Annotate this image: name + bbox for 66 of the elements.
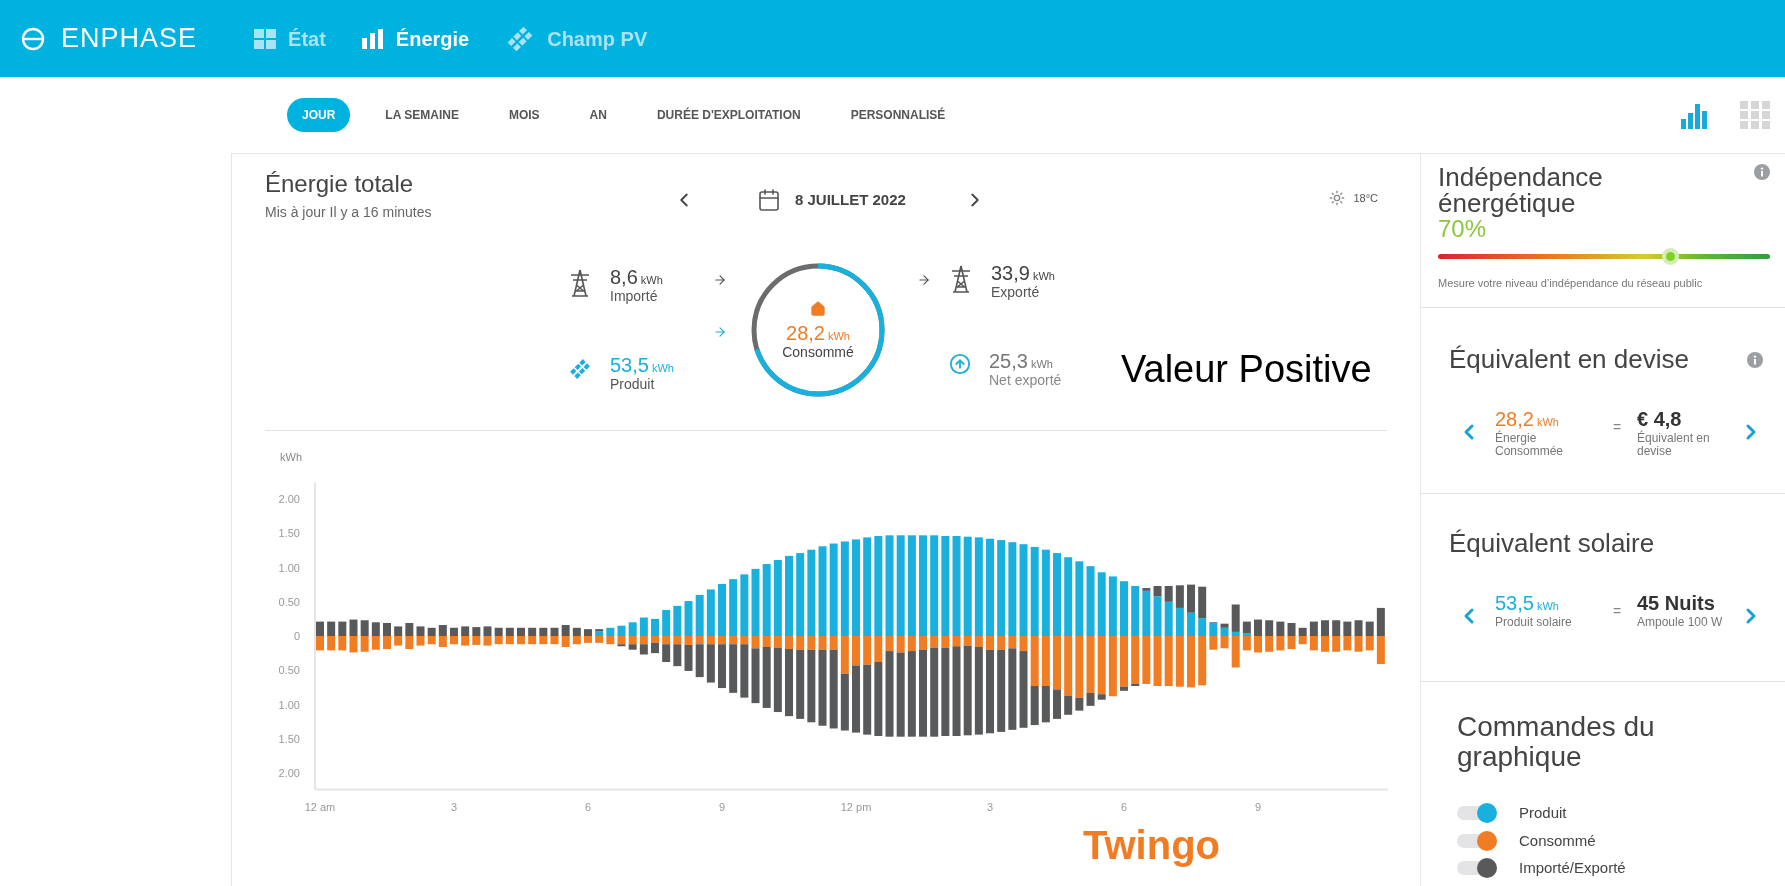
section-title: Indépendance énergétique bbox=[1438, 164, 1604, 216]
equals-sign: = bbox=[1611, 418, 1623, 437]
tick-label: 1.00 bbox=[278, 561, 300, 574]
flow-label: Consommé bbox=[782, 345, 854, 359]
value-label: Énergie Consommée bbox=[1495, 432, 1565, 458]
period-tab[interactable]: DURÉE D'EXPLOITATION bbox=[641, 98, 816, 132]
caption-text: Mesure votre niveau d’indépendance du réseau public bbox=[1438, 276, 1704, 291]
axis-title: kWh bbox=[280, 451, 302, 463]
date-label: 8 JUILLET 2022 bbox=[795, 189, 906, 210]
logo-text: ENPHASE bbox=[61, 22, 198, 56]
equivalent-value: € 4,8 bbox=[1637, 409, 1683, 429]
independence-percent: 70% bbox=[1438, 216, 1487, 242]
section-title: Équivalent en devise bbox=[1449, 343, 1689, 376]
tick-label: 9 bbox=[1254, 801, 1262, 813]
unit-label: kWh bbox=[1536, 601, 1559, 612]
tick-label: 6 bbox=[584, 801, 592, 813]
period-tab[interactable]: PERSONNALISÉ bbox=[835, 98, 961, 132]
flow-label: Importé bbox=[610, 289, 659, 303]
tick-label: 6 bbox=[1120, 801, 1128, 813]
toggle-label: Consommé bbox=[1519, 830, 1596, 851]
flow-value: 28,2 bbox=[786, 323, 825, 343]
flow-label: Net exporté bbox=[989, 373, 1062, 387]
energy-value: 28,2 bbox=[1495, 409, 1534, 429]
energy-value: 53,5 bbox=[1495, 593, 1534, 613]
tick-label: 9 bbox=[718, 801, 726, 813]
unit-label: kWh bbox=[1536, 417, 1559, 428]
flow-label: Exporté bbox=[991, 285, 1041, 299]
unit-label: kWh bbox=[827, 331, 850, 342]
flow-value: 33,9 bbox=[991, 263, 1030, 283]
period-tab[interactable]: AN bbox=[574, 98, 622, 132]
period-tab[interactable]: MOIS bbox=[493, 98, 555, 132]
tick-label: 1.50 bbox=[278, 732, 300, 745]
section-title: Commandes du graphique bbox=[1457, 712, 1656, 772]
flow-value: 8,6 bbox=[610, 267, 638, 287]
tick-label: 12 pm bbox=[840, 801, 872, 813]
unit-label: kWh bbox=[1030, 359, 1053, 370]
tick-label: 1.00 bbox=[278, 698, 300, 711]
flow-label: Produit bbox=[610, 377, 656, 391]
toggle-label: Produit bbox=[1519, 803, 1567, 823]
temperature: 18°C bbox=[1353, 191, 1378, 206]
equivalent-value: 45 Nuits bbox=[1637, 593, 1716, 613]
period-tab[interactable]: LA SEMAINE bbox=[370, 98, 474, 132]
tick-label: 12 am bbox=[304, 801, 336, 813]
tick-label: 3 bbox=[450, 801, 458, 813]
section-title: Équivalent solaire bbox=[1449, 528, 1655, 558]
value-label: Équivalent en devise bbox=[1637, 432, 1711, 458]
flow-value: 25,3 bbox=[989, 351, 1028, 371]
flow-value: 53,5 bbox=[610, 355, 649, 375]
tick-label: 1.50 bbox=[278, 527, 300, 540]
equals-sign: = bbox=[1611, 602, 1623, 621]
unit-label: kWh bbox=[651, 363, 674, 374]
tick-label: 3 bbox=[986, 801, 994, 813]
tick-label: 2.00 bbox=[278, 767, 300, 779]
unit-label: kWh bbox=[1032, 271, 1055, 282]
unit-label: kWh bbox=[640, 275, 663, 286]
updated-text: Mis à jour Il y a 16 minutes bbox=[265, 203, 433, 222]
value-label: Produit solaire bbox=[1495, 616, 1573, 629]
tick-label: 0.50 bbox=[278, 595, 300, 608]
tick-label: 2.00 bbox=[278, 493, 300, 505]
tick-label: 0 bbox=[293, 630, 300, 642]
annotation-text: Valeur Positive bbox=[1121, 350, 1372, 388]
annotation-text: Twingo bbox=[1083, 825, 1220, 865]
tick-label: 0.50 bbox=[278, 664, 300, 677]
value-label: Ampoule 100 W bbox=[1637, 616, 1724, 629]
toggle-label: Importé/Exporté bbox=[1519, 858, 1626, 878]
section-title: Énergie totale bbox=[265, 170, 415, 198]
